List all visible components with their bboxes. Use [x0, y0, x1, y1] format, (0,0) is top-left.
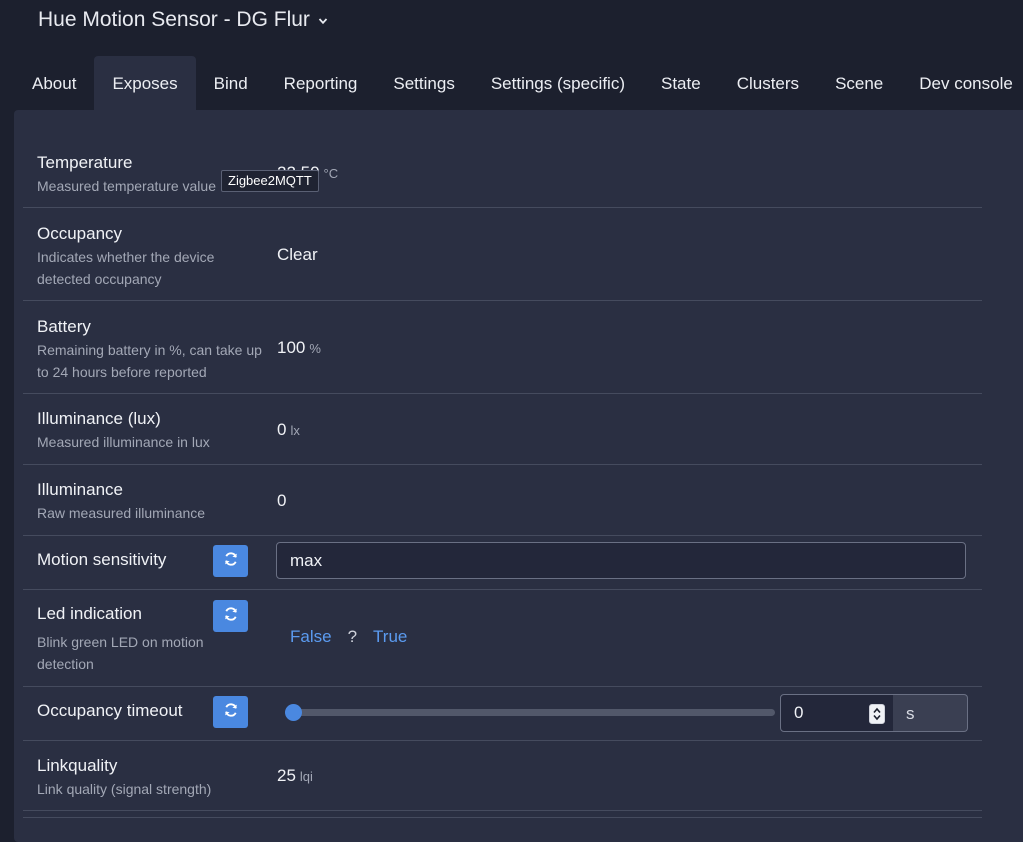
linkquality-unit: lqi: [299, 769, 313, 784]
expose-row-illuminance-lux: Illuminance (lux) Measured illuminance i…: [23, 393, 982, 465]
illuminance-lux-unit: lx: [290, 423, 300, 438]
tab-bind[interactable]: Bind: [196, 56, 266, 110]
refresh-button[interactable]: [213, 545, 248, 577]
tab-about[interactable]: About: [14, 56, 94, 110]
refresh-button[interactable]: [213, 696, 248, 728]
refresh-icon: [223, 702, 239, 723]
expose-row-illuminance: Illuminance Raw measured illuminance 0: [23, 464, 982, 536]
expose-name: Occupancy timeout: [37, 701, 183, 720]
occupancy-value: Clear: [277, 245, 318, 264]
occupancy-timeout-value: 0: [794, 703, 804, 722]
tab-bar: About Exposes Bind Reporting Settings Se…: [14, 56, 1023, 110]
divider: [23, 810, 982, 818]
refresh-icon: [223, 551, 239, 572]
expose-description: Link quality (signal strength): [37, 781, 212, 797]
temperature-unit: °C: [323, 166, 339, 181]
spinner-arrows-icon[interactable]: [869, 704, 885, 724]
expose-row-occupancy: Occupancy Indicates whether the device d…: [23, 207, 982, 301]
expose-description: Indicates whether the device detected oc…: [37, 249, 215, 287]
expose-row-led-indication: Led indication Blink green LED on motion…: [23, 589, 982, 687]
refresh-icon: [223, 606, 239, 627]
tab-settings-specific[interactable]: Settings (specific): [473, 56, 643, 110]
expose-name: Illuminance: [37, 480, 123, 499]
expose-description: Remaining battery in %, can take up to 2…: [37, 342, 262, 380]
device-title-dropdown[interactable]: Hue Motion Sensor - DG Flur: [38, 8, 328, 32]
tab-settings[interactable]: Settings: [375, 56, 472, 110]
expose-row-motion-sensitivity: Motion sensitivity max: [23, 535, 982, 590]
expose-name: Occupancy: [37, 224, 123, 243]
expose-name: Illuminance (lux): [37, 409, 161, 428]
tab-state[interactable]: State: [643, 56, 719, 110]
illuminance-lux-value: 0 lx: [277, 420, 300, 439]
slider-thumb[interactable]: [285, 704, 302, 721]
expose-name: Battery: [37, 317, 91, 336]
expose-row-battery: Battery Remaining battery in %, can take…: [23, 300, 982, 394]
occupancy-timeout-unit: s: [893, 694, 968, 732]
illuminance-value: 0: [277, 491, 287, 510]
device-title: Hue Motion Sensor - DG Flur: [38, 8, 310, 31]
expose-description: Raw measured illuminance: [37, 505, 206, 521]
motion-sensitivity-select[interactable]: max: [276, 542, 966, 579]
tab-clusters[interactable]: Clusters: [719, 56, 817, 110]
toggle-separator: ?: [347, 627, 358, 646]
expose-row-linkquality: Linkquality Link quality (signal strengt…: [23, 740, 982, 811]
tab-dev-console[interactable]: Dev console: [901, 56, 1023, 110]
expose-row-occupancy-timeout: Occupancy timeout 0 s: [23, 686, 982, 741]
expose-name: Temperature: [37, 153, 133, 172]
expose-name: Motion sensitivity: [37, 550, 167, 569]
exposes-panel: Temperature Measured temperature value 2…: [14, 110, 1023, 842]
refresh-button[interactable]: [213, 600, 248, 632]
expose-description: Measured illuminance in lux: [37, 434, 210, 450]
chevron-down-icon: [318, 16, 328, 26]
tab-exposes[interactable]: Exposes: [94, 56, 196, 110]
expose-name: Led indication: [37, 604, 142, 623]
expose-description: Blink green LED on motion detection: [37, 634, 204, 672]
expose-name: Linkquality: [37, 756, 118, 775]
battery-unit: %: [309, 341, 321, 356]
led-indication-toggle: False ? True: [290, 627, 407, 647]
occupancy-timeout-input[interactable]: 0: [780, 694, 894, 732]
tab-reporting[interactable]: Reporting: [266, 56, 376, 110]
false-option[interactable]: False: [290, 627, 332, 647]
linkquality-value: 25 lqi: [277, 766, 313, 785]
battery-value: 100%: [277, 338, 321, 357]
occupancy-timeout-slider[interactable]: [285, 704, 775, 721]
true-option[interactable]: True: [373, 627, 407, 647]
expose-row-temperature: Temperature Measured temperature value 2…: [23, 137, 982, 208]
tooltip: Zigbee2MQTT: [221, 170, 319, 192]
tab-scene[interactable]: Scene: [817, 56, 901, 110]
